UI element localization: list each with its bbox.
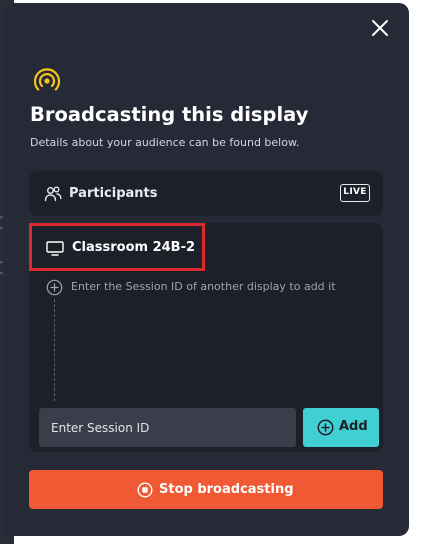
modal-subtitle: Details about your audience can be found…: [30, 136, 300, 149]
display-item-label: Classroom 24B-2: [72, 240, 196, 255]
close-icon: [372, 20, 388, 36]
stop-broadcasting-button[interactable]: Stop broadcasting: [29, 470, 383, 509]
tree-connector: [54, 299, 55, 401]
stop-circle-icon: [137, 482, 153, 498]
close-button[interactable]: [368, 16, 392, 40]
broadcast-icon: [31, 65, 63, 97]
live-badge: LIVE: [340, 184, 370, 202]
participants-label: Participants: [69, 186, 158, 201]
session-id-input[interactable]: [39, 408, 296, 447]
participants-header: Participants LIVE: [29, 171, 383, 216]
audience-panel: Classroom 24B-2 Enter the Session ID of …: [29, 223, 383, 452]
broadcast-modal: Broadcasting this display Details about …: [3, 3, 409, 536]
plus-circle-icon: [317, 419, 334, 436]
monitor-icon: [46, 241, 64, 256]
display-item-classroom[interactable]: Classroom 24B-2: [29, 223, 205, 271]
add-hint-text: Enter the Session ID of another display …: [71, 280, 336, 293]
plus-circle-icon: [46, 279, 63, 296]
modal-title: Broadcasting this display: [30, 103, 309, 126]
add-button[interactable]: Add: [303, 408, 379, 447]
stop-broadcasting-label: Stop broadcasting: [159, 482, 294, 497]
add-button-label: Add: [339, 419, 368, 434]
participants-icon: [44, 185, 62, 203]
